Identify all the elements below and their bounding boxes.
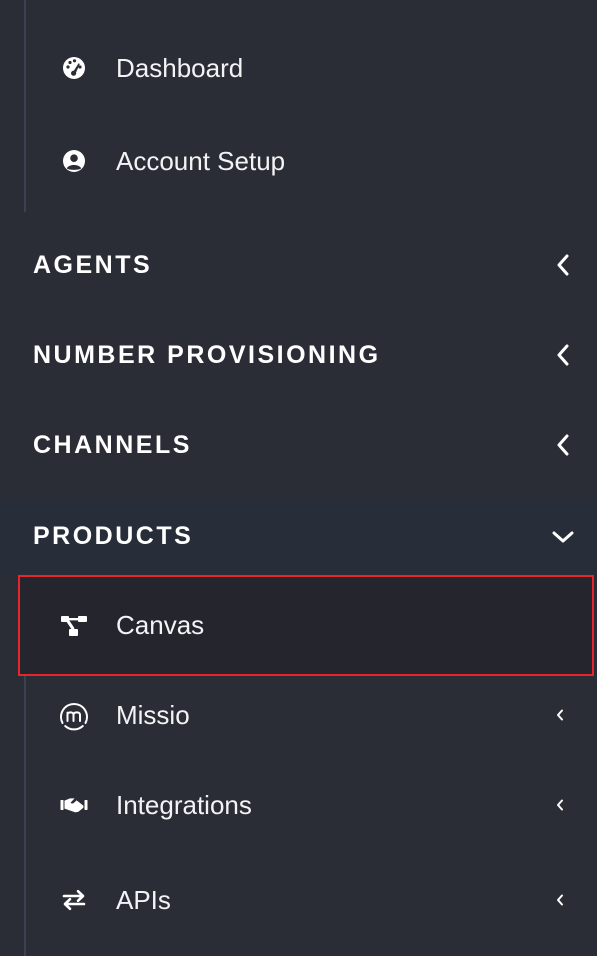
section-agents[interactable]: AGENTS bbox=[0, 236, 597, 294]
section-title: CHANNELS bbox=[33, 430, 192, 459]
menu-item-label: Account Setup bbox=[116, 145, 286, 176]
sitemap-icon bbox=[58, 610, 90, 642]
exchange-arrows-icon bbox=[58, 884, 90, 916]
menu-item-label: Integrations bbox=[116, 789, 252, 820]
chevron-left-icon bbox=[553, 890, 567, 910]
menu-item-apis[interactable]: APIs bbox=[0, 870, 597, 930]
section-number-provisioning[interactable]: NUMBER PROVISIONING bbox=[0, 326, 597, 384]
chevron-down-icon bbox=[551, 525, 575, 549]
section-title: PRODUCTS bbox=[33, 522, 194, 550]
chevron-left-icon bbox=[551, 253, 575, 277]
missio-logo-icon bbox=[58, 699, 90, 731]
user-circle-icon bbox=[58, 145, 90, 177]
chevron-left-icon bbox=[551, 343, 575, 367]
menu-item-account-setup[interactable]: Account Setup bbox=[0, 131, 597, 191]
chevron-left-icon bbox=[551, 433, 575, 457]
menu-item-dashboard[interactable]: Dashboard bbox=[0, 38, 597, 98]
menu-item-canvas[interactable]: Canvas bbox=[18, 575, 594, 676]
menu-item-label: APIs bbox=[116, 884, 171, 915]
section-channels[interactable]: CHANNELS bbox=[0, 416, 597, 474]
menu-item-integrations[interactable]: Integrations bbox=[0, 775, 597, 835]
chevron-left-icon bbox=[553, 795, 567, 815]
handshake-icon bbox=[58, 789, 90, 821]
section-products[interactable]: PRODUCTS bbox=[0, 499, 597, 574]
section-title: AGENTS bbox=[33, 250, 153, 279]
menu-item-missio[interactable]: Missio bbox=[0, 685, 597, 745]
chevron-left-icon bbox=[553, 705, 567, 725]
menu-item-label: Dashboard bbox=[116, 52, 244, 83]
menu-item-label: Canvas bbox=[116, 610, 205, 640]
section-title: NUMBER PROVISIONING bbox=[33, 340, 381, 369]
tachometer-icon bbox=[58, 52, 90, 84]
menu-item-label: Missio bbox=[116, 699, 190, 730]
